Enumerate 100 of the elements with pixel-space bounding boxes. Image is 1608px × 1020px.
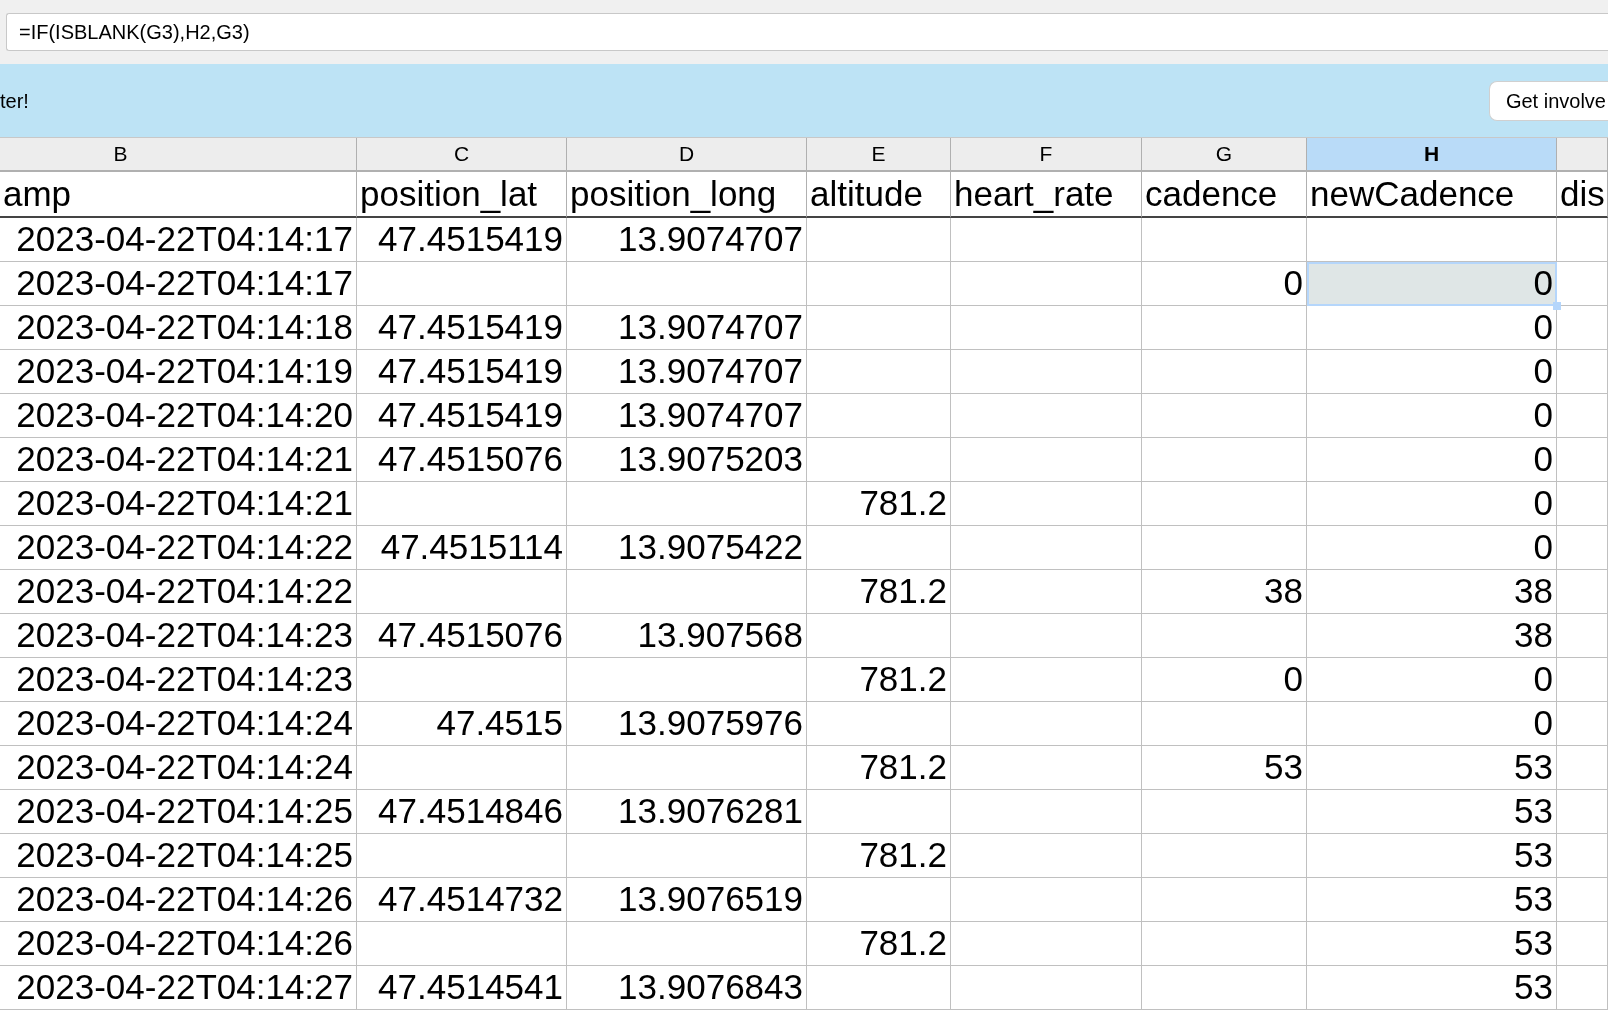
fill-handle[interactable] xyxy=(1553,302,1561,310)
table-cell: 2023-04-22T04:14:24 xyxy=(0,702,357,746)
table-cell xyxy=(1557,218,1608,262)
table-cell xyxy=(1557,878,1608,922)
table-header-cell: position_long xyxy=(567,172,807,218)
table-header-cell: amp xyxy=(0,172,357,218)
table-cell: 0 xyxy=(1307,394,1557,438)
table-cell: 13.9074707 xyxy=(567,306,807,350)
table-cell xyxy=(1557,482,1608,526)
table-cell: 13.9075422 xyxy=(567,526,807,570)
column-header[interactable]: G xyxy=(1142,138,1307,172)
table-cell xyxy=(1557,438,1608,482)
formula-input-field[interactable]: =IF(ISBLANK(G3),H2,G3) xyxy=(6,13,1608,51)
table-cell: 38 xyxy=(1142,570,1307,614)
table-header-cell: heart_rate xyxy=(951,172,1142,218)
table-cell: 2023-04-22T04:14:23 xyxy=(0,614,357,658)
table-cell: 47.4515076 xyxy=(357,614,567,658)
table-cell: 2023-04-22T04:14:19 xyxy=(0,350,357,394)
table-cell: 0 xyxy=(1307,702,1557,746)
table-cell: 13.9076519 xyxy=(567,878,807,922)
table-cell: 13.907568 xyxy=(567,614,807,658)
banner-text: ter! xyxy=(0,88,29,114)
table-cell: 2023-04-22T04:14:24 xyxy=(0,746,357,790)
table-cell: 2023-04-22T04:14:22 xyxy=(0,526,357,570)
table-cell xyxy=(1557,526,1608,570)
table-cell xyxy=(1557,570,1608,614)
table-cell: 38 xyxy=(1307,570,1557,614)
column-header[interactable]: B xyxy=(0,138,357,172)
table-cell: 2023-04-22T04:14:17 xyxy=(0,218,357,262)
table-cell: 781.2 xyxy=(807,922,951,966)
table-cell: 0 xyxy=(1307,306,1557,350)
table-cell: 0 xyxy=(1307,350,1557,394)
table-cell: 781.2 xyxy=(807,570,951,614)
column-header[interactable]: E xyxy=(807,138,951,172)
table-cell: 13.9076281 xyxy=(567,790,807,834)
table-cell: 53 xyxy=(1307,878,1557,922)
table-cell: 781.2 xyxy=(807,482,951,526)
get-involved-button[interactable]: Get involve xyxy=(1488,80,1608,121)
column-header[interactable]: F xyxy=(951,138,1142,172)
table-cell xyxy=(1557,746,1608,790)
table-cell xyxy=(1557,350,1608,394)
table-cell: 2023-04-22T04:14:26 xyxy=(0,922,357,966)
column-header[interactable]: H xyxy=(1307,138,1557,172)
table-header-cell: newCadence xyxy=(1307,172,1557,218)
table-cell: 781.2 xyxy=(807,746,951,790)
table-cell xyxy=(1557,702,1608,746)
table-cell xyxy=(1557,306,1608,350)
table-cell: 53 xyxy=(1307,834,1557,878)
table-cell: 2023-04-22T04:14:17 xyxy=(0,262,357,306)
table-cell: 53 xyxy=(1307,746,1557,790)
table-cell: 2023-04-22T04:14:25 xyxy=(0,834,357,878)
table-cell: 2023-04-22T04:14:21 xyxy=(0,438,357,482)
table-cell: 53 xyxy=(1142,746,1307,790)
table-cell: 0 xyxy=(1307,438,1557,482)
table-cell xyxy=(1557,658,1608,702)
table-cell: 53 xyxy=(1307,922,1557,966)
table-cell: 2023-04-22T04:14:18 xyxy=(0,306,357,350)
table-cell: 47.4515419 xyxy=(357,218,567,262)
table-header-cell: cadence xyxy=(1142,172,1307,218)
table-cell xyxy=(1557,966,1608,1010)
table-cell: 0 xyxy=(1307,658,1557,702)
table-header-cell: dis xyxy=(1557,172,1608,218)
table-cell: 47.4515076 xyxy=(357,438,567,482)
table-cell: 2023-04-22T04:14:22 xyxy=(0,570,357,614)
table-cell: 47.4515419 xyxy=(357,394,567,438)
table-cell: 53 xyxy=(1307,790,1557,834)
table-cell: 13.9076843 xyxy=(567,966,807,1010)
table-cell: 2023-04-22T04:14:27 xyxy=(0,966,357,1010)
table-cell xyxy=(1557,614,1608,658)
table-cell: 13.9075976 xyxy=(567,702,807,746)
column-header[interactable]: C xyxy=(357,138,567,172)
column-header[interactable] xyxy=(1557,138,1608,172)
table-cell: 47.4514732 xyxy=(357,878,567,922)
table-cell: 13.9074707 xyxy=(567,350,807,394)
table-cell: 47.4514846 xyxy=(357,790,567,834)
table-cell: 47.4515419 xyxy=(357,306,567,350)
table-header-cell: position_lat xyxy=(357,172,567,218)
table-cell: 38 xyxy=(1307,614,1557,658)
table-cell: 47.4515 xyxy=(357,702,567,746)
table-cell: 781.2 xyxy=(807,658,951,702)
table-cell: 47.4515419 xyxy=(357,350,567,394)
table-cell: 2023-04-22T04:14:21 xyxy=(0,482,357,526)
table-cell: 2023-04-22T04:14:20 xyxy=(0,394,357,438)
table-cell xyxy=(1557,922,1608,966)
table-cell xyxy=(1557,790,1608,834)
table-cell xyxy=(1557,834,1608,878)
table-cell: 13.9074707 xyxy=(567,218,807,262)
table-header-cell: altitude xyxy=(807,172,951,218)
table-cell: 47.4515114 xyxy=(357,526,567,570)
column-header[interactable]: D xyxy=(567,138,807,172)
table-cell: 2023-04-22T04:14:26 xyxy=(0,878,357,922)
table-cell: 53 xyxy=(1307,966,1557,1010)
table-cell: 2023-04-22T04:14:23 xyxy=(0,658,357,702)
table-cell: 13.9074707 xyxy=(567,394,807,438)
table-cell: 47.4514541 xyxy=(357,966,567,1010)
table-cell: 0 xyxy=(1142,658,1307,702)
table-cell: 0 xyxy=(1307,526,1557,570)
table-cell: 781.2 xyxy=(807,834,951,878)
table-cell xyxy=(1557,394,1608,438)
table-cell: 0 xyxy=(1307,482,1557,526)
